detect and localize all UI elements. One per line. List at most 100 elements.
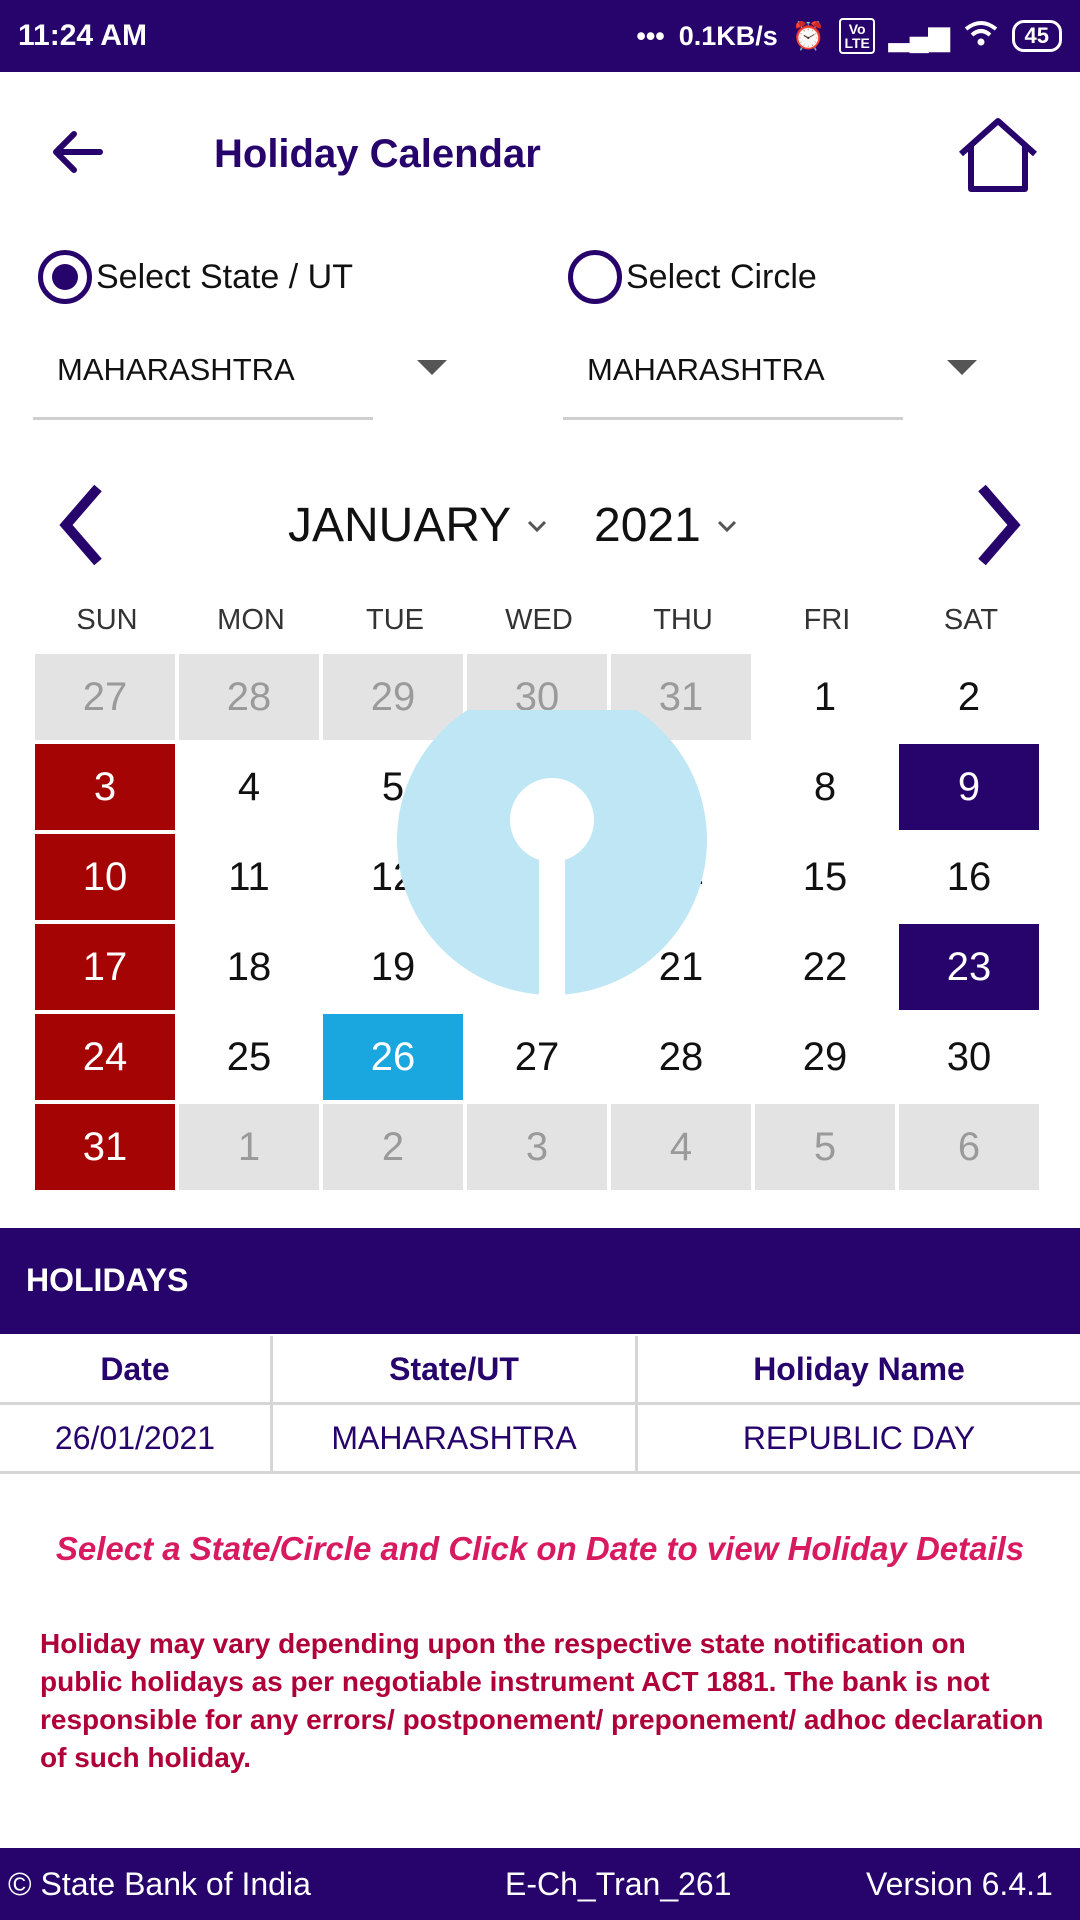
calendar-day-other-month[interactable]: 4: [611, 1104, 751, 1190]
radio-select-circle[interactable]: Select Circle: [568, 250, 817, 304]
circle-dropdown-value: MAHARASHTRA: [587, 352, 825, 387]
footer-version: Version 6.4.1: [866, 1866, 1053, 1902]
weekday-label: THU: [653, 604, 713, 636]
calendar-day[interactable]: 23: [899, 924, 1039, 1010]
calendar-day[interactable]: 11: [179, 834, 319, 920]
calendar-day[interactable]: 6: [467, 744, 607, 830]
calendar-day[interactable]: 18: [179, 924, 319, 1010]
status-bar: 11:24 AM ••• 0.1KB/s ⏰ Vo LTE ▂▄▆ 45: [0, 0, 1080, 72]
calendar-day[interactable]: 17: [35, 924, 175, 1010]
calendar-day-other-month[interactable]: 28: [179, 654, 319, 740]
calendar-day[interactable]: 25: [179, 1014, 319, 1100]
dropdown-caret-icon: [947, 360, 977, 375]
calendar-day[interactable]: 22: [755, 924, 895, 1010]
home-button[interactable]: [955, 116, 1041, 194]
day-grid: 27 28 29 30 31 1 2 3 4 5 6 7 8 9 10 11 12 13 14 15 16 17 18 19 2…: [35, 654, 1043, 1190]
calendar-day[interactable]: 26: [323, 1014, 463, 1100]
chevron-down-icon: [717, 520, 736, 532]
year-selector[interactable]: 2021: [594, 498, 739, 553]
col-date: Date: [0, 1336, 273, 1405]
radio-select-state[interactable]: Select State / UT: [38, 250, 353, 304]
weekday-header: SUN MON TUE WED THU FRI SAT: [35, 590, 1043, 650]
calendar-day[interactable]: 31: [35, 1104, 175, 1190]
col-holiday-name: Holiday Name: [636, 1336, 1080, 1405]
chevron-left-icon: [59, 484, 102, 566]
cell-state: MAHARASHTRA: [271, 1403, 638, 1474]
footer: © State Bank of India E-Ch_Tran_261 Vers…: [0, 1848, 1080, 1920]
calendar: SUN MON TUE WED THU FRI SAT 27 28 29 30 31 1 2 3 4 5 6 7 8…: [35, 590, 1043, 1190]
calendar-day[interactable]: 20: [467, 924, 607, 1010]
chevron-right-icon: [978, 484, 1021, 566]
calendar-day[interactable]: 16: [899, 834, 1039, 920]
calendar-day[interactable]: 13: [467, 834, 607, 920]
back-button[interactable]: [48, 127, 108, 177]
year-value: 2021: [594, 499, 701, 552]
state-dropdown-value: MAHARASHTRA: [57, 352, 295, 387]
wifi-icon: [964, 19, 998, 54]
status-icons: ••• 0.1KB/s ⏰ Vo LTE ▂▄▆ 45: [636, 18, 1062, 54]
calendar-day-other-month[interactable]: 31: [611, 654, 751, 740]
calendar-day-other-month[interactable]: 3: [467, 1104, 607, 1190]
calendar-day[interactable]: 15: [755, 834, 895, 920]
app-header: Holiday Calendar: [0, 72, 1080, 242]
calendar-day[interactable]: 2: [899, 654, 1039, 740]
holidays-heading: HOLIDAYS: [26, 1262, 189, 1298]
calendar-day-other-month[interactable]: 6: [899, 1104, 1039, 1190]
table-row: 26/01/2021 MAHARASHTRA REPUBLIC DAY: [0, 1403, 1080, 1474]
instruction-text: Select a State/Circle and Click on Date …: [55, 1530, 1025, 1567]
calendar-day[interactable]: 21: [611, 924, 751, 1010]
calendar-day[interactable]: 3: [35, 744, 175, 830]
net-speed: 0.1KB/s: [678, 20, 778, 51]
calendar-day[interactable]: 5: [323, 744, 463, 830]
calendar-day[interactable]: 12: [323, 834, 463, 920]
radio-circle-label: Select Circle: [626, 257, 817, 296]
calendar-day[interactable]: 29: [755, 1014, 895, 1100]
calendar-day[interactable]: 28: [611, 1014, 751, 1100]
radio-state-label: Select State / UT: [96, 257, 353, 296]
footer-copyright: © State Bank of India: [8, 1866, 311, 1902]
calendar-day-other-month[interactable]: 27: [35, 654, 175, 740]
calendar-day-other-month[interactable]: 30: [467, 654, 607, 740]
cell-holiday-name: REPUBLIC DAY: [636, 1403, 1080, 1474]
alarm-icon: ⏰: [791, 21, 826, 51]
home-icon: [959, 118, 1037, 192]
dropdown-caret-icon: [417, 360, 447, 375]
weekday-label: TUE: [366, 604, 424, 636]
signal-icon: ▂▄▆: [888, 20, 950, 51]
calendar-day-other-month[interactable]: 5: [755, 1104, 895, 1190]
calendar-day-other-month[interactable]: 29: [323, 654, 463, 740]
disclaimer-text: Holiday may vary depending upon the resp…: [40, 1628, 1044, 1773]
weekday-label: WED: [505, 604, 573, 636]
calendar-day[interactable]: 8: [755, 744, 895, 830]
chevron-down-icon: [528, 520, 547, 532]
state-dropdown[interactable]: MAHARASHTRA: [33, 340, 447, 420]
calendar-day[interactable]: 27: [467, 1014, 607, 1100]
prev-month-button[interactable]: [52, 480, 112, 570]
calendar-day[interactable]: 30: [899, 1014, 1039, 1100]
volte-icon: Vo LTE: [839, 18, 875, 54]
calendar-day[interactable]: 9: [899, 744, 1039, 830]
dots-icon: •••: [636, 20, 665, 51]
weekday-label: SAT: [943, 604, 999, 636]
col-state: State/UT: [271, 1336, 638, 1405]
calendar-day[interactable]: 1: [755, 654, 895, 740]
next-month-button[interactable]: [968, 480, 1028, 570]
calendar-day-other-month[interactable]: 1: [179, 1104, 319, 1190]
calendar-day[interactable]: 24: [35, 1014, 175, 1100]
month-selector[interactable]: JANUARY: [288, 498, 549, 553]
calendar-day[interactable]: 19: [323, 924, 463, 1010]
holidays-heading-bar: HOLIDAYS: [0, 1228, 1080, 1334]
footer-code: E-Ch_Tran_261: [505, 1866, 732, 1902]
calendar-day[interactable]: 14: [611, 834, 751, 920]
table-header-row: Date State/UT Holiday Name: [0, 1336, 1080, 1405]
battery-icon: 45: [1011, 20, 1062, 52]
calendar-day[interactable]: 10: [35, 834, 175, 920]
arrow-left-icon: [53, 131, 103, 173]
calendar-day[interactable]: 7: [611, 744, 751, 830]
radio-checked-icon: [38, 250, 92, 304]
calendar-day[interactable]: 4: [179, 744, 319, 830]
circle-dropdown[interactable]: MAHARASHTRA: [563, 340, 977, 420]
weekday-label: MON: [217, 604, 285, 636]
weekday-label: SUN: [76, 604, 138, 636]
calendar-day-other-month[interactable]: 2: [323, 1104, 463, 1190]
